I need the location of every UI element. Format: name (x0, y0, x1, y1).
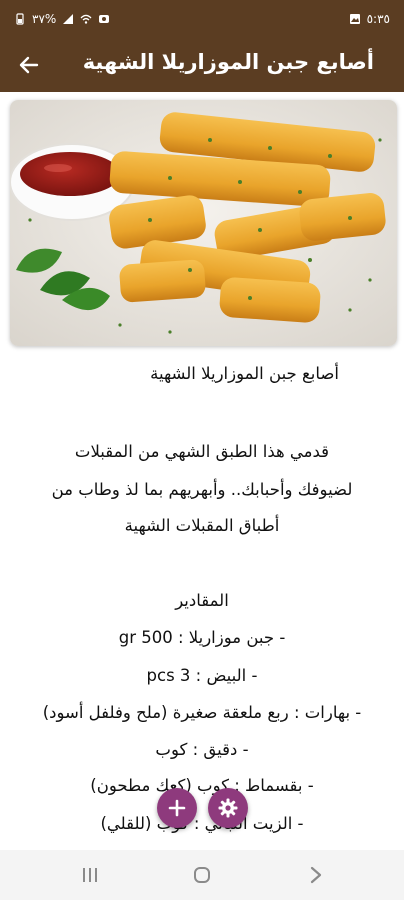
battery-percent: ٣٧% (32, 12, 57, 26)
recipe-title: أصابع جبن الموزاريلا الشهية (150, 364, 339, 383)
recents-icon (83, 868, 97, 882)
ingredient-item: - جبن موزاريلا : gr 500 (118, 628, 286, 647)
ingredient-item: - البيض : pcs 3 (146, 666, 258, 685)
status-bar: ٣٧% ٥:٣٥ (0, 0, 404, 38)
arrow-left-icon (19, 56, 39, 74)
ingredient-item: - بقسماط : كوب (كعك مطحون) (90, 776, 314, 795)
status-icons-left: ٣٧% (14, 12, 110, 26)
home-button[interactable] (190, 863, 214, 887)
gear-icon (218, 798, 238, 818)
intro-line-3: أطباق المقبلات الشهية (124, 516, 280, 535)
status-time: ٥:٣٥ (366, 12, 390, 26)
status-icons-right: ٥:٣٥ (349, 12, 390, 26)
add-button[interactable] (157, 788, 197, 828)
page-title: أصابع جبن الموزاريلا الشهية (82, 50, 374, 74)
mozzarella-sticks-illustration (10, 100, 397, 346)
signal-icon (63, 14, 74, 24)
recipe-image (10, 100, 397, 346)
recent-apps-button[interactable] (78, 863, 102, 887)
back-nav-button[interactable] (304, 863, 328, 887)
wifi-icon (80, 14, 92, 24)
battery-icon (16, 13, 24, 25)
image-icon (349, 14, 360, 24)
system-nav-bar (0, 850, 404, 900)
app-bar: أصابع جبن الموزاريلا الشهية (0, 38, 404, 92)
ingredients-heading: المقادير (175, 591, 229, 610)
intro-line-1: قدمي هذا الطبق الشهي من المقبلات (74, 442, 330, 461)
settings-button[interactable] (208, 788, 248, 828)
notification-icon (99, 15, 110, 23)
back-button[interactable] (14, 51, 44, 79)
ingredient-item: - دقيق : كوب (155, 740, 249, 759)
home-icon (194, 867, 210, 883)
plus-icon (168, 799, 186, 817)
intro-line-2: لضيوفك وأحبابك.. وأبهريهم بما لذ وطاب من (51, 480, 353, 499)
ingredient-item: - بهارات : ربع ملعقة صغيرة (ملح وفلفل أس… (42, 703, 362, 722)
chevron-right-icon (310, 866, 322, 884)
ingredient-item: - الزيت النباتي : كوب (للقلي) (100, 814, 304, 833)
